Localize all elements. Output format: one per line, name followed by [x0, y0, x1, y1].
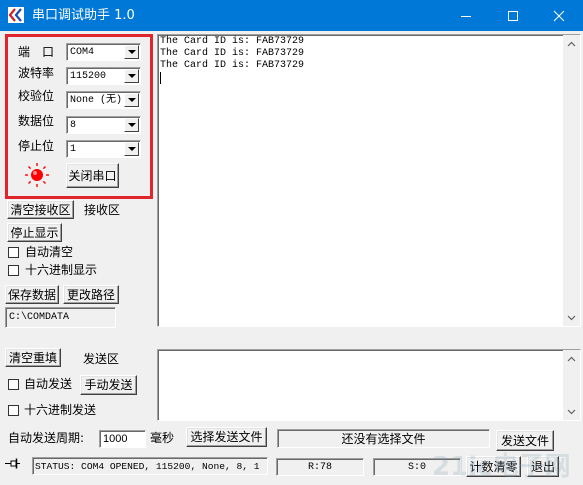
scroll-up-button[interactable] — [563, 35, 580, 52]
clear-send-button[interactable]: 清空重填 — [5, 348, 61, 367]
chevron-up-icon — [567, 41, 576, 46]
chevron-down-icon — [127, 74, 136, 78]
auto-send-checkbox[interactable] — [8, 379, 19, 390]
scroll-down-button[interactable] — [563, 309, 580, 326]
baud-dropdown-button[interactable] — [124, 69, 139, 83]
databits-label: 数据位 — [18, 114, 55, 128]
send-scrollbar[interactable] — [563, 350, 580, 420]
pin-icon[interactable] — [5, 458, 21, 469]
port-select[interactable]: COM4 — [66, 43, 141, 61]
baud-label: 波特率 — [18, 66, 55, 80]
chevron-down-icon — [127, 98, 136, 102]
databits-select[interactable]: 8 — [66, 116, 141, 134]
change-path-button[interactable]: 更改路径 — [63, 285, 119, 304]
chevron-down-icon — [127, 123, 136, 127]
maximize-button[interactable] — [490, 0, 536, 31]
send-period-label: 自动发送周期: — [8, 431, 85, 445]
rx-count: R:78 — [307, 461, 332, 473]
status-text: STATUS: COM4 OPENED, 115200, None, 8, 1 — [35, 461, 260, 472]
exit-button[interactable]: 退出 — [527, 456, 559, 477]
auto-clear-label: 自动清空 — [25, 245, 74, 259]
hex-display-label: 十六进制显示 — [25, 263, 98, 277]
receive-line: The Card ID is: FAB73729 — [160, 48, 305, 59]
receive-line: The Card ID is: FAB73729 — [160, 60, 305, 71]
stopbits-select-value: 1 — [70, 144, 77, 155]
save-path-value: C:\COMDATA — [9, 312, 70, 323]
minimize-button[interactable] — [443, 0, 489, 31]
chevron-up-icon — [567, 356, 576, 361]
save-path-field[interactable]: C:\COMDATA — [5, 307, 116, 328]
close-button[interactable] — [536, 0, 582, 31]
chevron-down-icon — [127, 50, 136, 54]
baud-select-value: 115200 — [70, 71, 107, 82]
file-status-field: 还没有选择文件 — [277, 429, 490, 448]
send-period-unit: 毫秒 — [150, 431, 175, 445]
receive-line: The Card ID is: FAB73729 — [160, 36, 305, 47]
reset-count-button[interactable]: 计数清零 — [466, 456, 521, 477]
rx-count-field: R:78 — [276, 458, 364, 476]
stop-display-button[interactable]: 停止显示 — [7, 223, 62, 242]
close-icon — [553, 10, 565, 21]
parity-label: 校验位 — [18, 89, 55, 103]
send-area-label: 发送区 — [83, 352, 120, 366]
maximize-icon — [508, 10, 518, 21]
save-data-button[interactable]: 保存数据 — [5, 285, 59, 304]
receive-textarea[interactable]: The Card ID is: FAB73729 The Card ID is:… — [157, 34, 581, 327]
choose-file-button[interactable]: 选择发送文件 — [186, 427, 267, 447]
databits-select-value: 8 — [70, 120, 77, 131]
send-period-input[interactable]: 1000 — [99, 430, 146, 448]
file-status-text: 还没有选择文件 — [341, 431, 426, 446]
tx-count: S:0 — [407, 461, 426, 473]
parity-select[interactable]: None (无) — [66, 91, 141, 109]
stopbits-select[interactable]: 1 — [66, 140, 141, 158]
receive-text: The Card ID is: FAB73729 The Card ID is:… — [160, 36, 562, 72]
auto-send-label: 自动发送 — [24, 377, 73, 391]
port-dropdown-button[interactable] — [124, 45, 139, 59]
chevron-down-icon — [567, 409, 576, 414]
minimize-icon — [461, 15, 471, 17]
send-textarea[interactable] — [157, 349, 581, 421]
tx-count-field: S:0 — [373, 458, 461, 476]
databits-dropdown-button[interactable] — [124, 118, 139, 132]
toggle-port-button[interactable]: 关闭串口 — [66, 163, 119, 188]
hex-display-checkbox[interactable] — [8, 265, 19, 276]
auto-clear-checkbox[interactable] — [8, 247, 19, 258]
parity-select-value: None (无) — [70, 95, 123, 106]
app-icon — [8, 7, 24, 23]
hex-send-checkbox[interactable] — [8, 405, 19, 416]
parity-dropdown-button[interactable] — [124, 93, 139, 107]
stopbits-label: 停止位 — [18, 139, 55, 153]
receive-scrollbar[interactable] — [563, 35, 580, 326]
scroll-up-button[interactable] — [563, 350, 580, 367]
send-period-value: 1000 — [103, 433, 128, 445]
stopbits-dropdown-button[interactable] — [124, 142, 139, 156]
manual-send-button[interactable]: 手动发送 — [80, 375, 137, 395]
title-bar[interactable]: 串口调试助手 1.0 — [0, 0, 583, 31]
hex-send-label: 十六进制发送 — [24, 403, 97, 417]
clear-receive-button[interactable]: 清空接收区 — [7, 200, 74, 219]
baud-select[interactable]: 115200 — [66, 67, 141, 85]
receive-area-label: 接收区 — [84, 203, 121, 217]
status-field: STATUS: COM4 OPENED, 115200, None, 8, 1 — [32, 457, 268, 475]
chevron-down-icon — [127, 147, 136, 151]
port-label: 端 口 — [18, 45, 55, 59]
chevron-down-icon — [567, 315, 576, 320]
status-led-icon — [25, 163, 49, 187]
send-file-button[interactable]: 发送文件 — [496, 430, 554, 451]
text-cursor — [160, 72, 161, 84]
port-select-value: COM4 — [70, 47, 95, 58]
scroll-down-button[interactable] — [563, 403, 580, 420]
window-title: 串口调试助手 1.0 — [32, 8, 135, 23]
